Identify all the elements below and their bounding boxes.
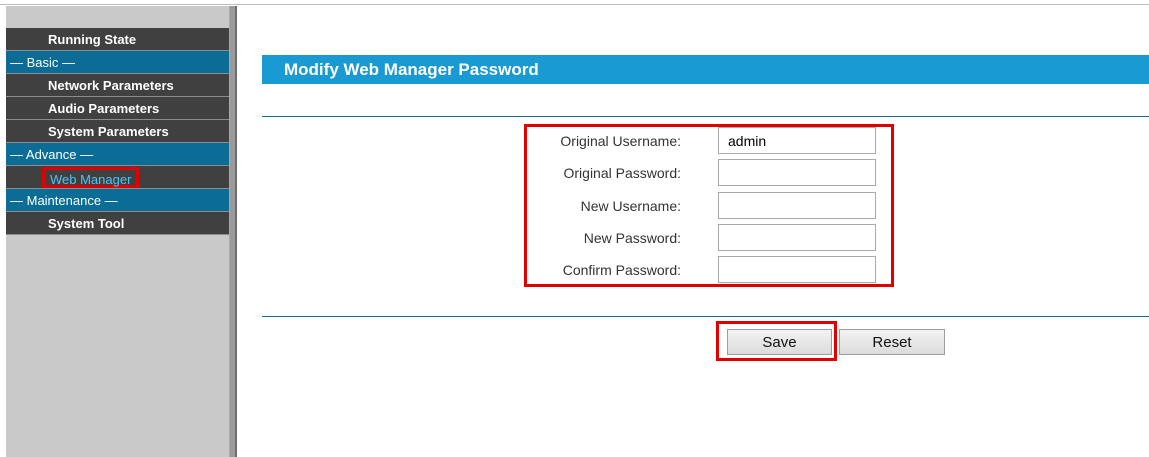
original-password-label: Original Password: [563,165,682,181]
save-button[interactable]: Save [727,329,832,355]
sidebar-item-system-tool[interactable]: System Tool [6,212,229,235]
sidebar-item-running-state[interactable]: Running State [6,28,229,51]
new-username-label: New Username: [580,198,681,214]
form-top-divider [262,116,1149,117]
original-username-input[interactable] [718,127,876,154]
reset-button[interactable]: Reset [839,329,945,355]
sidebar-divider-dark [235,6,237,457]
sidebar-menu: Running State — Basic — Network Paramete… [6,28,229,235]
page-title: Modify Web Manager Password [284,60,539,79]
original-username-label: Original Username: [560,133,681,149]
new-password-label: New Password: [583,230,681,246]
sidebar-item-web-manager[interactable]: Web Manager [6,166,229,189]
confirm-password-row: Confirm Password: [262,255,962,285]
sidebar-item-network-parameters[interactable]: Network Parameters [6,74,229,97]
new-username-row: New Username: [262,191,962,221]
sidebar-item-audio-parameters[interactable]: Audio Parameters [6,97,229,120]
sidebar-item-web-manager-label: Web Manager [42,167,140,188]
confirm-password-input[interactable] [718,256,876,283]
sidebar-item-system-parameters[interactable]: System Parameters [6,120,229,143]
new-password-row: New Password: [262,223,962,253]
page-title-bar: Modify Web Manager Password [262,55,1149,84]
new-username-input[interactable] [718,192,876,219]
original-username-row: Original Username: [262,126,962,156]
confirm-password-label: Confirm Password: [562,262,681,278]
original-password-row: Original Password: [262,158,962,188]
original-password-input[interactable] [718,159,876,186]
top-border [0,4,1149,5]
form-bottom-divider [262,316,1149,317]
sidebar: Running State — Basic — Network Paramete… [6,6,230,457]
sidebar-section-maintenance: — Maintenance — [6,189,229,212]
sidebar-section-basic: — Basic — [6,51,229,74]
new-password-input[interactable] [718,224,876,251]
sidebar-section-advance: — Advance — [6,143,229,166]
